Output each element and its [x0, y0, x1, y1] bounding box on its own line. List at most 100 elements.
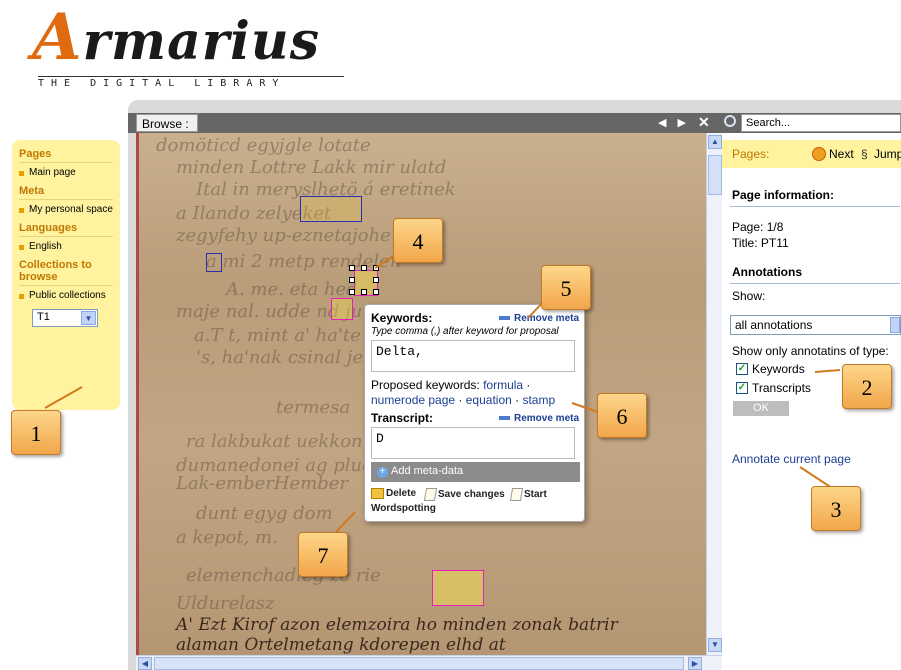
page-info-heading: Page information: [732, 188, 835, 202]
nav-item-english[interactable]: English [19, 241, 113, 253]
divider [730, 283, 900, 284]
resize-handle[interactable] [349, 277, 355, 283]
remove-meta-keywords-button[interactable]: Remove meta [499, 313, 579, 324]
scroll-right-icon[interactable]: ▶ [688, 657, 702, 670]
armarius-logo: Armarius THE DIGITAL LIBRARY [32, 0, 352, 90]
callout-1: 1 [11, 410, 61, 455]
callout-6: 6 [597, 393, 647, 438]
keyword-suggestion[interactable]: numerode page [371, 393, 455, 407]
logo-title: Armarius [32, 0, 320, 75]
jump-button[interactable]: Jump [874, 147, 901, 161]
resize-handle[interactable] [361, 265, 367, 271]
close-icon[interactable]: ✕ [698, 114, 710, 131]
resize-handle[interactable] [349, 265, 355, 271]
add-meta-data-button[interactable]: + Add meta-data [371, 462, 580, 482]
prev-next-arrows[interactable]: ◀ ▶ [658, 116, 690, 129]
start-label: Start [524, 489, 547, 501]
plus-icon: + [377, 467, 388, 478]
manuscript-line: a mi 2 metp rendelen [206, 251, 402, 272]
annotations-heading: Annotations [732, 265, 802, 279]
save-changes-button[interactable]: Save changes [423, 488, 505, 501]
logo-subtitle: THE DIGITAL LIBRARY [38, 76, 344, 89]
save-changes-label: Save changes [438, 489, 505, 501]
show-label: Show: [732, 289, 766, 303]
manuscript-line: domöticd egyjgle lotate [156, 135, 371, 156]
page-margin-line [136, 133, 139, 655]
collection-select-value: T1 [37, 311, 50, 323]
collection-select[interactable]: T1 ▼ [32, 309, 98, 327]
manuscript-line: a kepot, m. [176, 527, 278, 548]
horizontal-scrollbar[interactable]: ◀ ▶ [136, 655, 722, 670]
keywords-label: Keywords: [371, 311, 433, 325]
vertical-scrollbar[interactable]: ▲ ▼ [706, 133, 722, 655]
search-input[interactable]: Search... [741, 114, 901, 132]
delete-icon [371, 488, 384, 499]
proposed-keywords: Proposed keywords: formula · numerode pa… [371, 378, 556, 407]
edit-icon [423, 488, 438, 501]
ok-button[interactable]: OK [733, 401, 789, 416]
nav-item-public-collections[interactable]: Public collections [19, 290, 113, 302]
annotation-box-stamp[interactable] [432, 570, 484, 606]
resize-handle[interactable] [373, 289, 379, 295]
annotation-box-transcript[interactable] [206, 253, 222, 272]
callout-3: 3 [811, 486, 861, 531]
nav-heading-pages: Pages [19, 148, 113, 163]
next-button[interactable]: Next [829, 147, 854, 161]
annotate-current-page-link[interactable]: Annotate current page [732, 452, 851, 466]
scroll-left-icon[interactable]: ◀ [138, 657, 152, 670]
type-filter-label: Show only annotatins of type: [732, 344, 889, 358]
chevron-down-icon: ▼ [81, 311, 96, 325]
chevron-down-icon [890, 317, 900, 333]
callout-5: 5 [541, 265, 591, 310]
annotation-filter-value: all annotations [735, 318, 813, 332]
keyword-suggestion[interactable]: formula [483, 378, 523, 392]
transcripts-checkbox[interactable]: ✓ [736, 382, 748, 394]
divider [730, 206, 900, 207]
keywords-checkbox[interactable]: ✓ [736, 363, 748, 375]
manuscript-line: A' Ezt Kirof azon elemzoira ho minden zo… [176, 615, 618, 635]
scrollbar-thumb[interactable] [154, 657, 684, 670]
delete-button[interactable]: Delete [371, 488, 416, 499]
nav-heading-meta: Meta [19, 185, 113, 200]
nav-heading-collections: Collections to browse [19, 259, 113, 286]
resize-handle[interactable] [373, 277, 379, 283]
transcripts-checkbox-label: Transcripts [752, 381, 811, 395]
scroll-down-icon[interactable]: ▼ [708, 638, 722, 652]
annotation-box-keyword[interactable] [331, 298, 353, 320]
next-icon[interactable] [812, 147, 826, 161]
callout-7: 7 [298, 532, 348, 577]
scroll-up-icon[interactable]: ▲ [708, 135, 722, 149]
keyword-suggestion[interactable]: stamp [522, 393, 555, 407]
resize-handle[interactable] [349, 289, 355, 295]
manuscript-line: alaman Ortelmetang kdorepen elhd at [176, 635, 506, 655]
page-number: Page: 1/8 [732, 220, 784, 234]
annotation-editor-popup: Keywords: Remove meta Type comma (,) aft… [364, 304, 585, 522]
start-wordspotting-button[interactable]: Start [509, 488, 547, 501]
annotation-filter-select[interactable]: all annotations [730, 315, 901, 335]
edit-icon [509, 488, 524, 501]
resize-handle[interactable] [373, 265, 379, 271]
page-title: Title: PT11 [732, 236, 789, 250]
keywords-hint: Type comma (,) after keyword for proposa… [371, 326, 559, 337]
logo-title-rest: rmarius [82, 11, 320, 72]
keyword-suggestion[interactable]: equation [466, 393, 512, 407]
manuscript-line: minden Lottre Lakk mir ulatd [176, 157, 447, 178]
wordspotting-label[interactable]: Wordspotting [371, 503, 436, 514]
pages-label: Pages: [732, 147, 770, 161]
search-icon [724, 115, 736, 127]
remove-meta-transcript-button[interactable]: Remove meta [499, 413, 579, 424]
callout-4: 4 [393, 218, 443, 263]
resize-handle[interactable] [361, 289, 367, 295]
jump-icon[interactable]: § [861, 147, 868, 161]
transcript-label: Transcript: [371, 411, 434, 425]
tab-browse[interactable]: Browse : [136, 114, 198, 132]
proposed-keywords-label: Proposed keywords: [371, 378, 480, 392]
scrollbar-thumb[interactable] [708, 155, 722, 195]
nav-heading-languages: Languages [19, 222, 113, 237]
nav-item-personal-space[interactable]: My personal space [19, 204, 113, 216]
annotation-box-transcript[interactable] [300, 196, 362, 222]
manuscript-line: Ital in meryslhetö á eretinek [196, 179, 456, 200]
transcript-input[interactable]: D [371, 427, 575, 459]
nav-item-main-page[interactable]: Main page [19, 167, 113, 179]
keywords-input[interactable]: Delta, [371, 340, 575, 372]
